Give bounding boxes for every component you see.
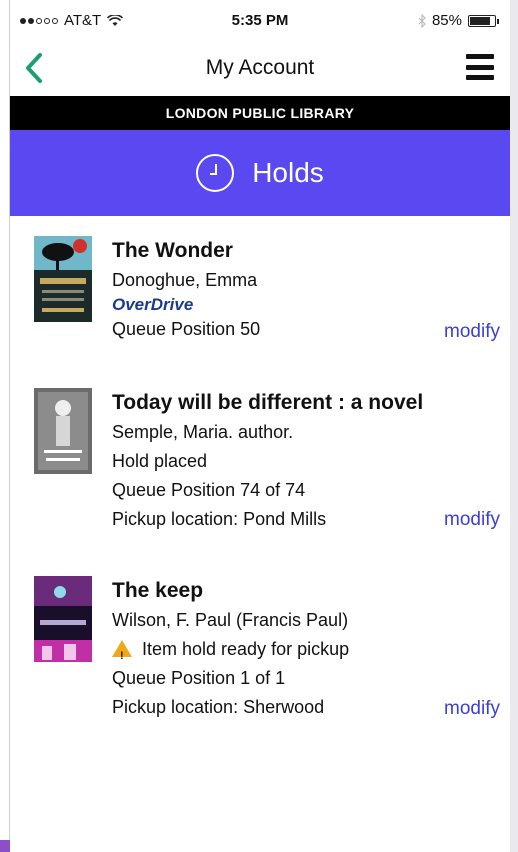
- modify-link[interactable]: modify: [444, 321, 500, 343]
- book-author: Wilson, F. Paul (Francis Paul): [112, 610, 349, 630]
- battery-icon: [468, 14, 499, 27]
- app-screen: AT&T 5:35 PM 85% My Account LONDON PUBLI…: [0, 0, 518, 852]
- battery-group: 85%: [418, 12, 499, 29]
- book-title[interactable]: The Wonder: [112, 236, 502, 266]
- book-author: Donoghue, Emma: [112, 270, 258, 290]
- overdrive-logo: OverDrive: [112, 295, 194, 314]
- corner-decoration: [0, 840, 10, 852]
- bluetooth-icon: [418, 13, 426, 28]
- holds-header: Holds: [10, 130, 510, 216]
- hold-warning: Item hold ready for pickup: [112, 635, 502, 671]
- modify-link[interactable]: modify: [444, 509, 500, 531]
- library-banner: LONDON PUBLIC LIBRARY: [10, 96, 510, 130]
- book-title[interactable]: The keep: [112, 576, 502, 606]
- left-border: [0, 0, 10, 852]
- queue-position: Queue Position 1 of 1: [112, 668, 286, 688]
- book-cover-image[interactable]: [34, 236, 92, 322]
- book-cover-image[interactable]: [34, 576, 92, 662]
- battery-percent: 85%: [431, 12, 462, 29]
- right-edge: [510, 0, 518, 852]
- status-bar: AT&T 5:35 PM 85%: [10, 0, 510, 42]
- section-title: Holds: [252, 157, 324, 188]
- modify-link[interactable]: modify: [444, 698, 500, 720]
- warning-text: Item hold ready for pickup: [142, 639, 350, 659]
- hold-status: Hold placed: [112, 451, 208, 471]
- warning-icon: [112, 640, 132, 671]
- queue-position: Queue Position 74 of 74: [112, 480, 306, 500]
- page-title: My Account: [205, 56, 315, 79]
- clock-icon: [196, 154, 235, 192]
- book-title[interactable]: Today will be different : a novel: [112, 388, 502, 418]
- book-cover-image[interactable]: [34, 388, 92, 474]
- hamburger-menu-icon[interactable]: [466, 54, 494, 80]
- nav-bar: My Account: [10, 42, 510, 96]
- book-author: Semple, Maria. author.: [112, 422, 294, 442]
